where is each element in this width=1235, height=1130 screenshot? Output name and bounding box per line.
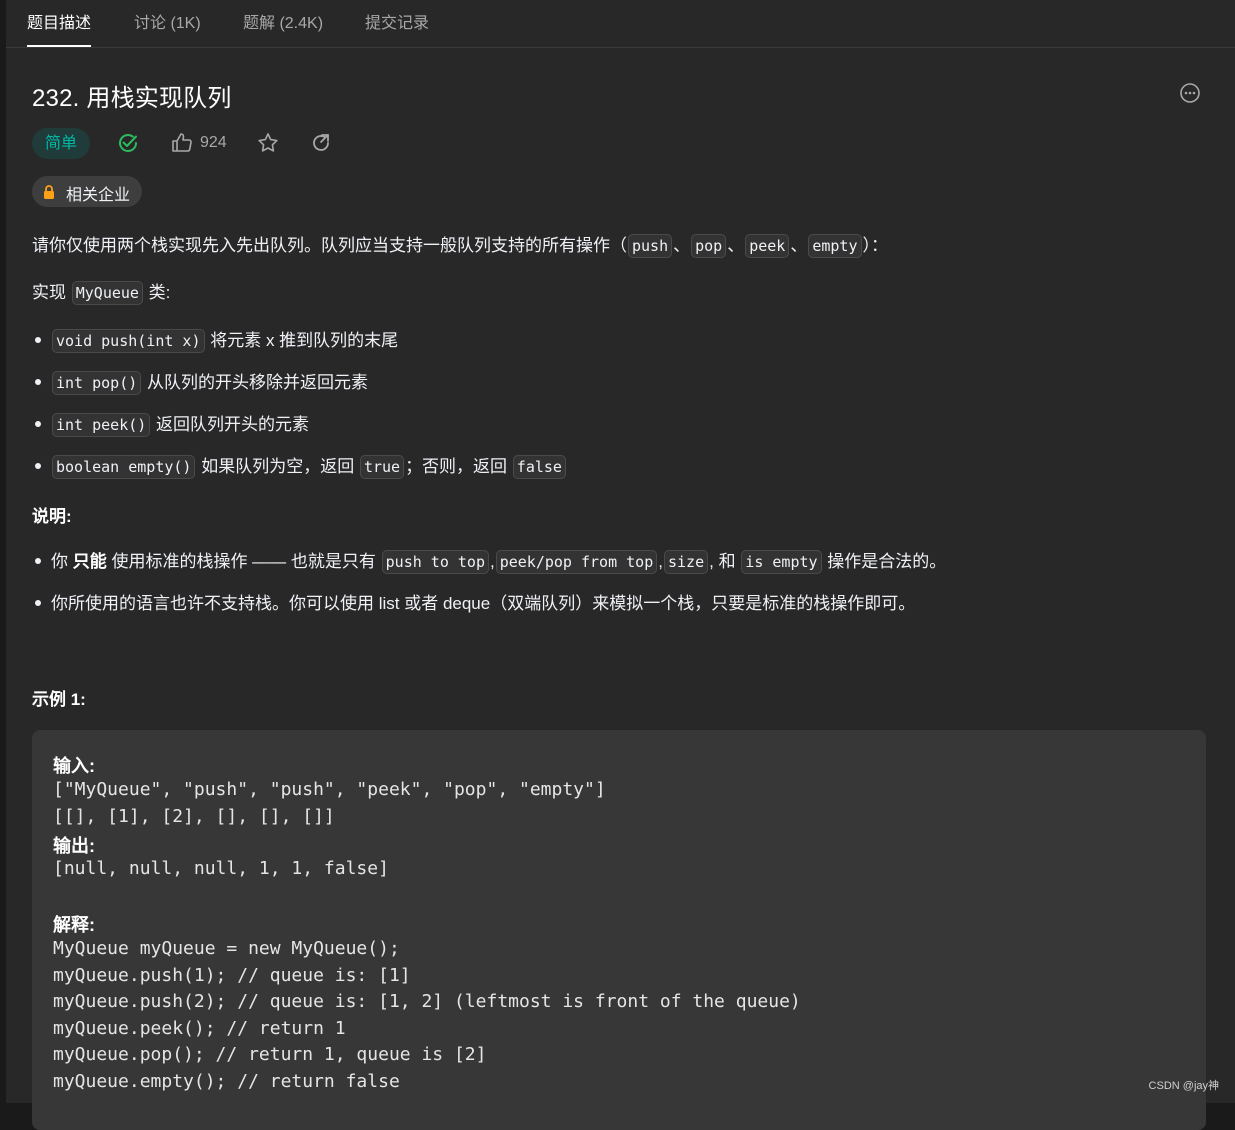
problem-panel: 232. 用栈实现队列 简单 924 相关企业 请你仅使用两个栈实现先入先出队列… <box>6 48 1235 1130</box>
method-signature: int peek() <box>52 413 151 437</box>
note-emphasis: 只能 <box>72 552 107 571</box>
code-true: true <box>359 455 405 479</box>
tab-bar: 题目描述 讨论 (1K) 题解 (2.4K) 提交记录 <box>6 0 1235 48</box>
code-peek-pop-from-top: peek/pop from top <box>495 550 658 574</box>
more-options-icon[interactable] <box>1178 81 1202 105</box>
tab-description[interactable]: 题目描述 <box>27 0 92 47</box>
list-item: int pop() 从队列的开头移除并返回元素 <box>32 368 369 395</box>
related-companies-tag[interactable]: 相关企业 <box>32 176 142 207</box>
related-companies-label: 相关企业 <box>66 187 131 204</box>
bullet-dot <box>35 600 41 607</box>
code-push-to-top: push to top <box>381 550 489 574</box>
note-text: 操作是合法的。 <box>822 552 947 571</box>
input-label: 输入: <box>53 756 95 776</box>
bullet-dot <box>35 379 41 386</box>
tab-description-label: 题目描述 <box>27 15 92 32</box>
explain-line: myQueue.push(1); // queue is: [1] <box>53 965 411 986</box>
explain-line: myQueue.pop(); // return 1, queue is [2] <box>53 1044 487 1065</box>
code-is-empty: is empty <box>741 550 822 574</box>
difficulty-badge: 简单 <box>32 128 91 159</box>
implement-prefix: 实现 <box>32 283 71 302</box>
tab-submissions[interactable]: 提交记录 <box>365 0 429 47</box>
method-description: 从队列的开头移除并返回元素 <box>147 373 369 392</box>
note-text: 你所使用的语言也许不支持栈。你可以使用 list 或者 deque（双端队列）来… <box>51 594 916 613</box>
explain-label: 解释: <box>53 915 95 935</box>
note-text: 你 <box>51 552 73 571</box>
intro-text: 请你仅使用两个栈实现先入先出队列。队列应当支持一般队列支持的所有操作（ <box>32 236 627 255</box>
explain-line: myQueue.empty(); // return false <box>53 1071 400 1092</box>
problem-meta-row: 简单 924 <box>32 128 432 160</box>
output-label: 输出: <box>53 836 95 856</box>
like-count: 924 <box>200 134 227 151</box>
bullet-dot <box>35 337 41 344</box>
method-description: 返回队列开头的元素 <box>156 415 310 434</box>
code-empty: empty <box>808 234 862 258</box>
list-item: 你所使用的语言也许不支持栈。你可以使用 list 或者 deque（双端队列）来… <box>32 589 915 614</box>
explain-line: MyQueue myQueue = new MyQueue(); <box>53 938 400 959</box>
share-icon[interactable] <box>309 131 333 155</box>
list-item: boolean empty() 如果队列为空，返回 true ；否则，返回 fal… <box>32 452 567 479</box>
bullet-dot <box>35 558 41 565</box>
separator: 、 <box>727 236 745 255</box>
method-signature: void push(int x) <box>52 329 205 353</box>
bullet-dot <box>35 463 41 470</box>
code-size: size <box>663 550 709 574</box>
list-item: int peek() 返回队列开头的元素 <box>32 410 310 437</box>
example-block: 输入: ["MyQueue", "push", "push", "peek", … <box>32 730 1206 1130</box>
note-text: 和 <box>713 552 741 571</box>
separator: 、 <box>673 236 691 255</box>
lock-icon <box>44 185 54 199</box>
input-line: ["MyQueue", "push", "push", "peek", "pop… <box>53 779 606 800</box>
output-line: [null, null, null, 1, 1, false] <box>53 858 389 879</box>
tab-discussion-label: 讨论 (1K) <box>134 15 201 32</box>
active-tab-indicator <box>27 45 92 47</box>
thumbs-up-icon[interactable] <box>170 131 194 155</box>
method-description-else: ；否则，返回 <box>405 457 508 476</box>
implement-line: 实现 MyQueue 类: <box>32 278 171 305</box>
bullet-dot <box>35 421 41 428</box>
watermark: CSDN @jay神 <box>1148 1080 1219 1092</box>
explain-line: myQueue.peek(); // return 1 <box>53 1018 346 1039</box>
explain-line: myQueue.push(2); // queue is: [1, 2] (le… <box>53 991 801 1012</box>
tab-solutions[interactable]: 题解 (2.4K) <box>243 0 323 47</box>
input-line: [[], [1], [2], [], [], []] <box>53 806 335 827</box>
problem-title: 232. 用栈实现队列 <box>32 85 232 112</box>
method-description: 将元素 x 推到队列的末尾 <box>210 331 399 350</box>
notes-heading: 说明: <box>32 507 72 526</box>
list-item: 你 只能 使用标准的栈操作 —— 也就是只有 push to top, peek/… <box>32 547 947 574</box>
star-icon[interactable] <box>256 131 280 155</box>
code-push: push <box>628 234 673 258</box>
method-signature: boolean empty() <box>52 455 196 479</box>
method-description: 如果队列为空，返回 <box>201 457 355 476</box>
tab-submissions-label: 提交记录 <box>365 15 430 32</box>
separator: , <box>489 552 495 571</box>
intro-end: ）： <box>862 236 889 255</box>
tab-solutions-label: 题解 (2.4K) <box>243 15 324 32</box>
note-text: 使用标准的栈操作 —— 也就是只有 <box>106 552 381 571</box>
code-pop: pop <box>691 234 727 258</box>
code-peek: peek <box>745 234 790 258</box>
code-false: false <box>512 455 566 479</box>
solved-check-icon <box>119 134 137 152</box>
description-intro: 请你仅使用两个栈实现先入先出队列。队列应当支持一般队列支持的所有操作（ push、… <box>32 231 889 258</box>
separator: 、 <box>790 236 808 255</box>
implement-suffix: 类: <box>143 283 171 302</box>
separator: , <box>658 552 663 571</box>
list-item: void push(int x) 将元素 x 推到队列的末尾 <box>32 326 399 353</box>
tab-discussion[interactable]: 讨论 (1K) <box>134 0 201 47</box>
example-heading: 示例 1: <box>32 690 86 709</box>
method-signature: int pop() <box>52 371 142 395</box>
code-class-name: MyQueue <box>71 281 143 305</box>
